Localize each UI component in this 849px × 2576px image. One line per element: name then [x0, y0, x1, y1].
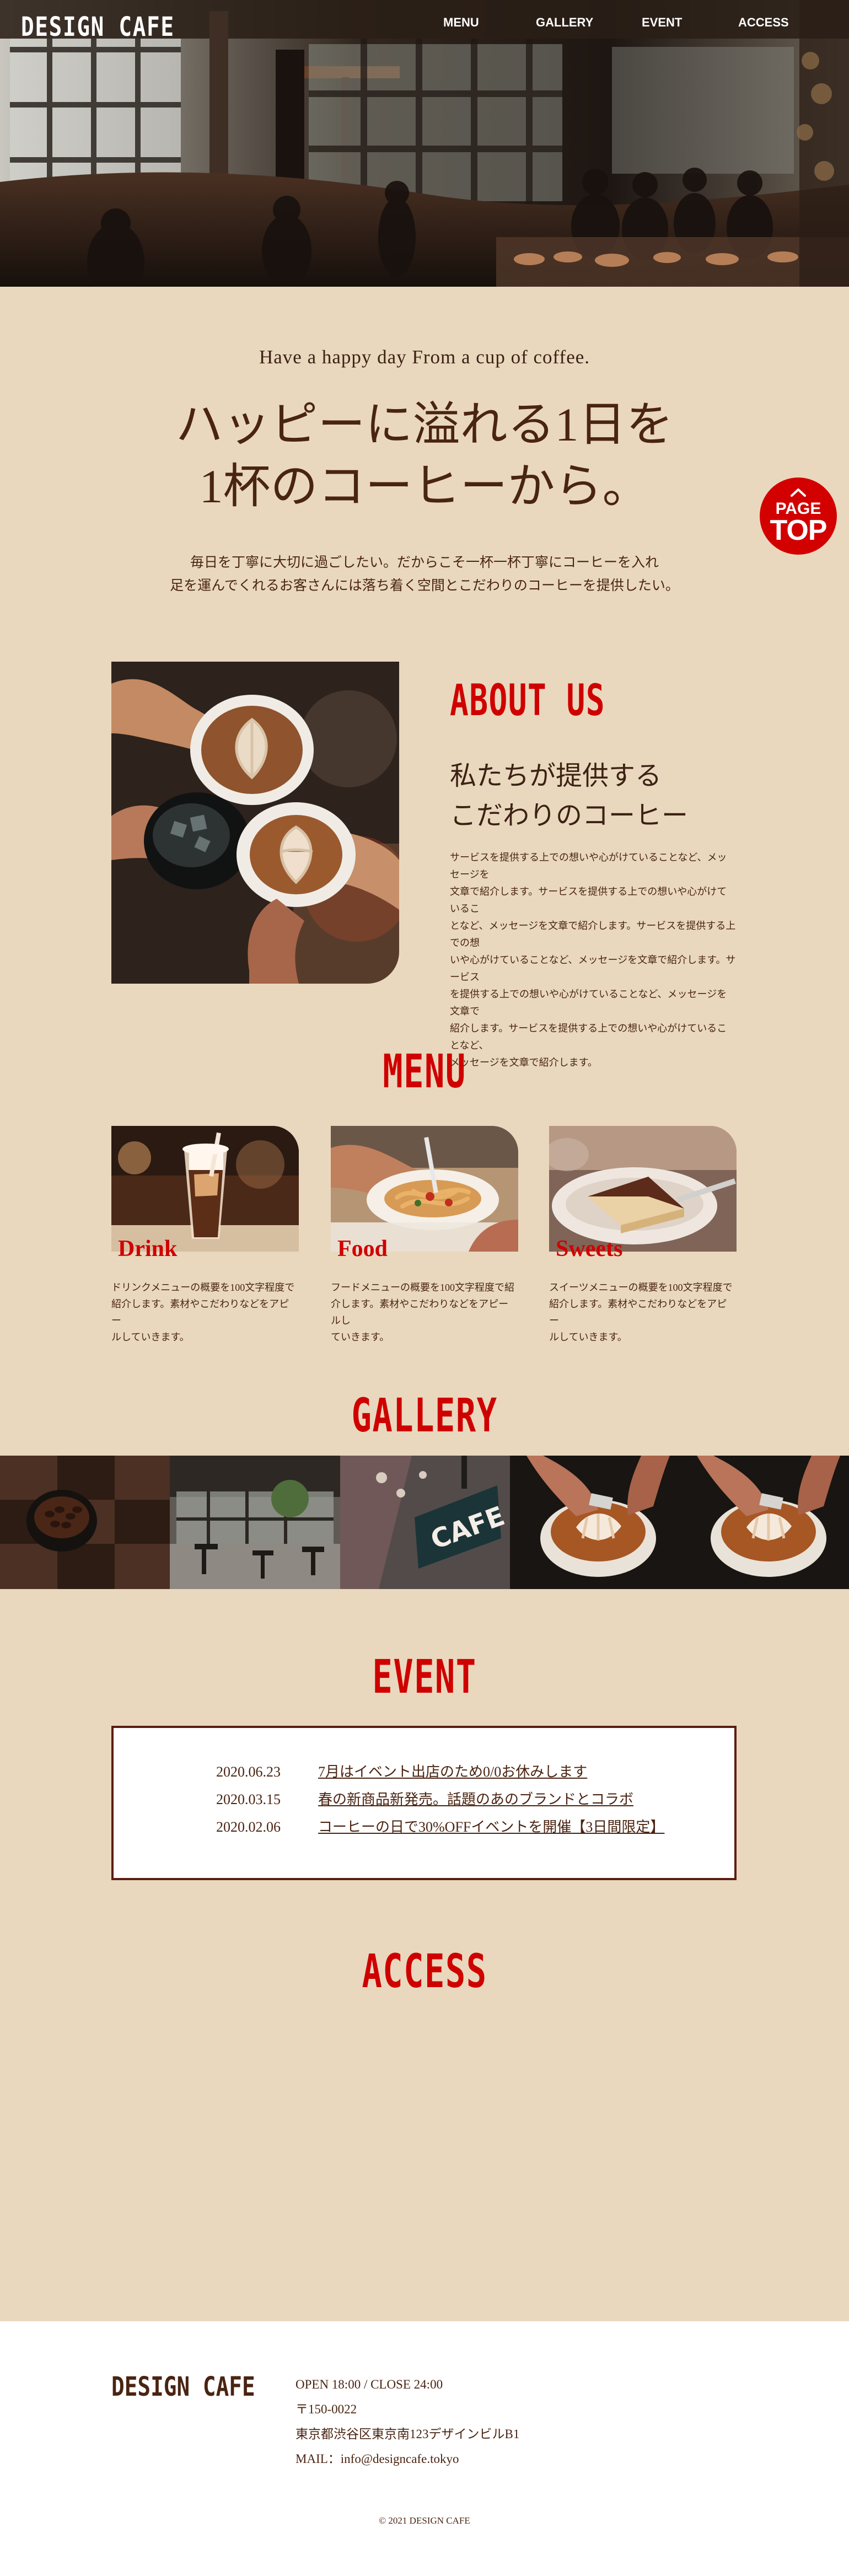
sweets-menu-title: Sweets — [556, 1236, 623, 1262]
menu-card-drink[interactable]: Drink ドリンクメニューの概要を100文字程度で 紹介します。素材やこだわり… — [111, 1126, 299, 1346]
menu-description-line: 紹介します。素材やこだわりなどをアピー — [549, 1298, 727, 1326]
page-top-label-top: TOP — [770, 514, 827, 546]
about-description-line: 文章で紹介します。サービスを提供する上での想いや心がけているこ — [450, 886, 727, 914]
about-description-line: となど、メッセージを文章で紹介します。サービスを提供する上での想 — [450, 920, 736, 948]
intro-description-line: 足を運んでくれるお客さんには落ち着く空間とこだわりのコーヒーを提供したい。 — [170, 578, 679, 593]
footer-mail[interactable]: MAIL：info@designcafe.tokyo — [295, 2446, 626, 2471]
about-heading: ABOUT US — [450, 676, 606, 726]
event-date: 2020.02.06 — [216, 1819, 281, 1835]
about-subtitle-line: 私たちが提供する — [450, 761, 662, 791]
menu-description-line: スイーツメニューの概要を100文字程度で — [549, 1282, 733, 1293]
main-navigation: MENU GALLERY EVENT ACCESS — [332, 10, 828, 35]
sweets-menu-description: スイーツメニューの概要を100文字程度で 紹介します。素材やこだわりなどをアピー… — [549, 1279, 737, 1345]
menu-description-line: ルしていきます。 — [111, 1332, 190, 1343]
cafe-terrace-photo — [170, 1456, 340, 1589]
access-map-area — [111, 2018, 737, 2305]
about-description: サービスを提供する上での想いや心がけていることなど、メッセージを 文章で紹介しま… — [450, 849, 737, 1071]
about-description-line: を提供する上での想いや心がけていることなど、メッセージを文章で — [450, 989, 727, 1017]
menu-description-line: フードメニューの概要を100文字程度で紹 — [331, 1282, 514, 1293]
gallery-cafe-terrace-image[interactable] — [170, 1456, 340, 1589]
site-logo[interactable]: DESIGN CAFE — [21, 8, 174, 46]
gallery-latte-art-image-2[interactable] — [680, 1456, 849, 1589]
gallery-coffee-beans-image[interactable] — [0, 1456, 170, 1589]
about-subtitle-line: こだわりのコーヒー — [450, 801, 689, 830]
event-date: 2020.06.23 — [216, 1764, 281, 1780]
latte-art-photo — [510, 1456, 680, 1589]
footer-logo[interactable]: DESIGN CAFE — [111, 2368, 256, 2406]
site-footer: DESIGN CAFE OPEN 18:00 / CLOSE 24:00 〒15… — [0, 2321, 849, 2576]
intro-english-tagline: Have a happy day From a cup of coffee. — [259, 346, 590, 368]
intro-description-line: 毎日を丁寧に大切に過ごしたい。だからこそ一杯一杯丁寧にコーヒーを入れ — [190, 555, 659, 570]
access-heading: ACCESS — [362, 1944, 487, 1998]
gallery-cafe-sign-image[interactable]: CAFE — [340, 1456, 510, 1589]
intro-title-line: ハッピーに溢れる1日を — [175, 398, 674, 451]
coffee-beans-photo — [0, 1456, 170, 1589]
event-link[interactable]: 春の新商品新発売。話題のあのブランドとコラボ — [318, 1789, 633, 1811]
nav-menu-link[interactable]: MENU — [443, 10, 479, 35]
event-heading: EVENT — [372, 1650, 477, 1704]
intro-description: 毎日を丁寧に大切に過ごしたい。だからこそ一杯一杯丁寧にコーヒーを入れ 足を運んで… — [0, 551, 849, 598]
event-date: 2020.03.15 — [216, 1791, 281, 1807]
event-link[interactable]: コーヒーの日で30%OFFイベントを開催【3日間限定】 — [318, 1816, 664, 1838]
coffee-cups-photo — [111, 662, 399, 984]
about-subtitle: 私たちが提供する こだわりのコーヒー — [450, 756, 726, 836]
gallery-latte-art-image-1[interactable] — [510, 1456, 680, 1589]
footer-postal-code: 〒150-0022 — [295, 2402, 357, 2416]
drink-menu-description: ドリンクメニューの概要を100文字程度で 紹介します。素材やこだわりなどをアピー… — [111, 1279, 299, 1345]
event-link[interactable]: 7月はイベント出店のため0/0お休みします — [318, 1761, 587, 1783]
nav-event-link[interactable]: EVENT — [642, 10, 682, 35]
footer-address: 東京都渋谷区東京南123デザインビルB1 — [295, 2427, 520, 2441]
event-row: 2020.06.23 7月はイベント出店のため0/0お休みします — [216, 1761, 690, 1783]
about-description-line: いや心がけていることなど、メッセージを文章で紹介します。サービス — [450, 954, 736, 983]
event-row: 2020.02.06 コーヒーの日で30%OFFイベントを開催【3日間限定】 — [216, 1816, 690, 1838]
event-row: 2020.03.15 春の新商品新発売。話題のあのブランドとコラボ — [216, 1789, 690, 1811]
food-menu-description: フードメニューの概要を100文字程度で紹 介します。素材やこだわりなどをアピール… — [331, 1279, 518, 1345]
footer-info: OPEN 18:00 / CLOSE 24:00 〒150-0022 東京都渋谷… — [295, 2372, 626, 2471]
about-coffee-toast-image — [111, 662, 399, 984]
event-list-box: 2020.06.23 7月はイベント出店のため0/0お休みします 2020.03… — [111, 1726, 737, 1880]
drink-menu-title: Drink — [118, 1236, 178, 1262]
menu-card-food[interactable]: Food フードメニューの概要を100文字程度で紹 介します。素材やこだわりなど… — [331, 1126, 518, 1346]
intro-title: ハッピーに溢れる1日を 1杯のコーヒーから。 — [0, 394, 849, 517]
food-menu-title: Food — [337, 1236, 388, 1262]
about-description-line: サービスを提供する上での想いや心がけていることなど、メッセージを — [450, 852, 727, 880]
menu-description-line: 紹介します。素材やこだわりなどをアピー — [111, 1298, 289, 1326]
menu-card-sweets[interactable]: Sweets スイーツメニューの概要を100文字程度で 紹介します。素材やこだわ… — [549, 1126, 737, 1346]
menu-description-line: 介します。素材やこだわりなどをアピールし — [331, 1298, 509, 1326]
menu-heading: MENU — [383, 1044, 466, 1098]
intro-title-line: 1杯のコーヒーから。 — [199, 460, 650, 513]
menu-description-line: ドリンクメニューの概要を100文字程度で — [111, 1282, 295, 1293]
latte-art-photo — [680, 1456, 849, 1589]
menu-description-line: ていきます。 — [331, 1332, 390, 1343]
gallery-heading: GALLERY — [351, 1388, 498, 1442]
nav-gallery-link[interactable]: GALLERY — [536, 10, 593, 35]
cafe-sign-photo: CAFE — [340, 1456, 510, 1589]
copyright: © 2021 DESIGN CAFE — [379, 2515, 470, 2526]
menu-description-line: ルしていきます。 — [549, 1332, 627, 1343]
footer-hours: OPEN 18:00 / CLOSE 24:00 — [295, 2378, 443, 2391]
nav-access-link[interactable]: ACCESS — [738, 10, 789, 35]
